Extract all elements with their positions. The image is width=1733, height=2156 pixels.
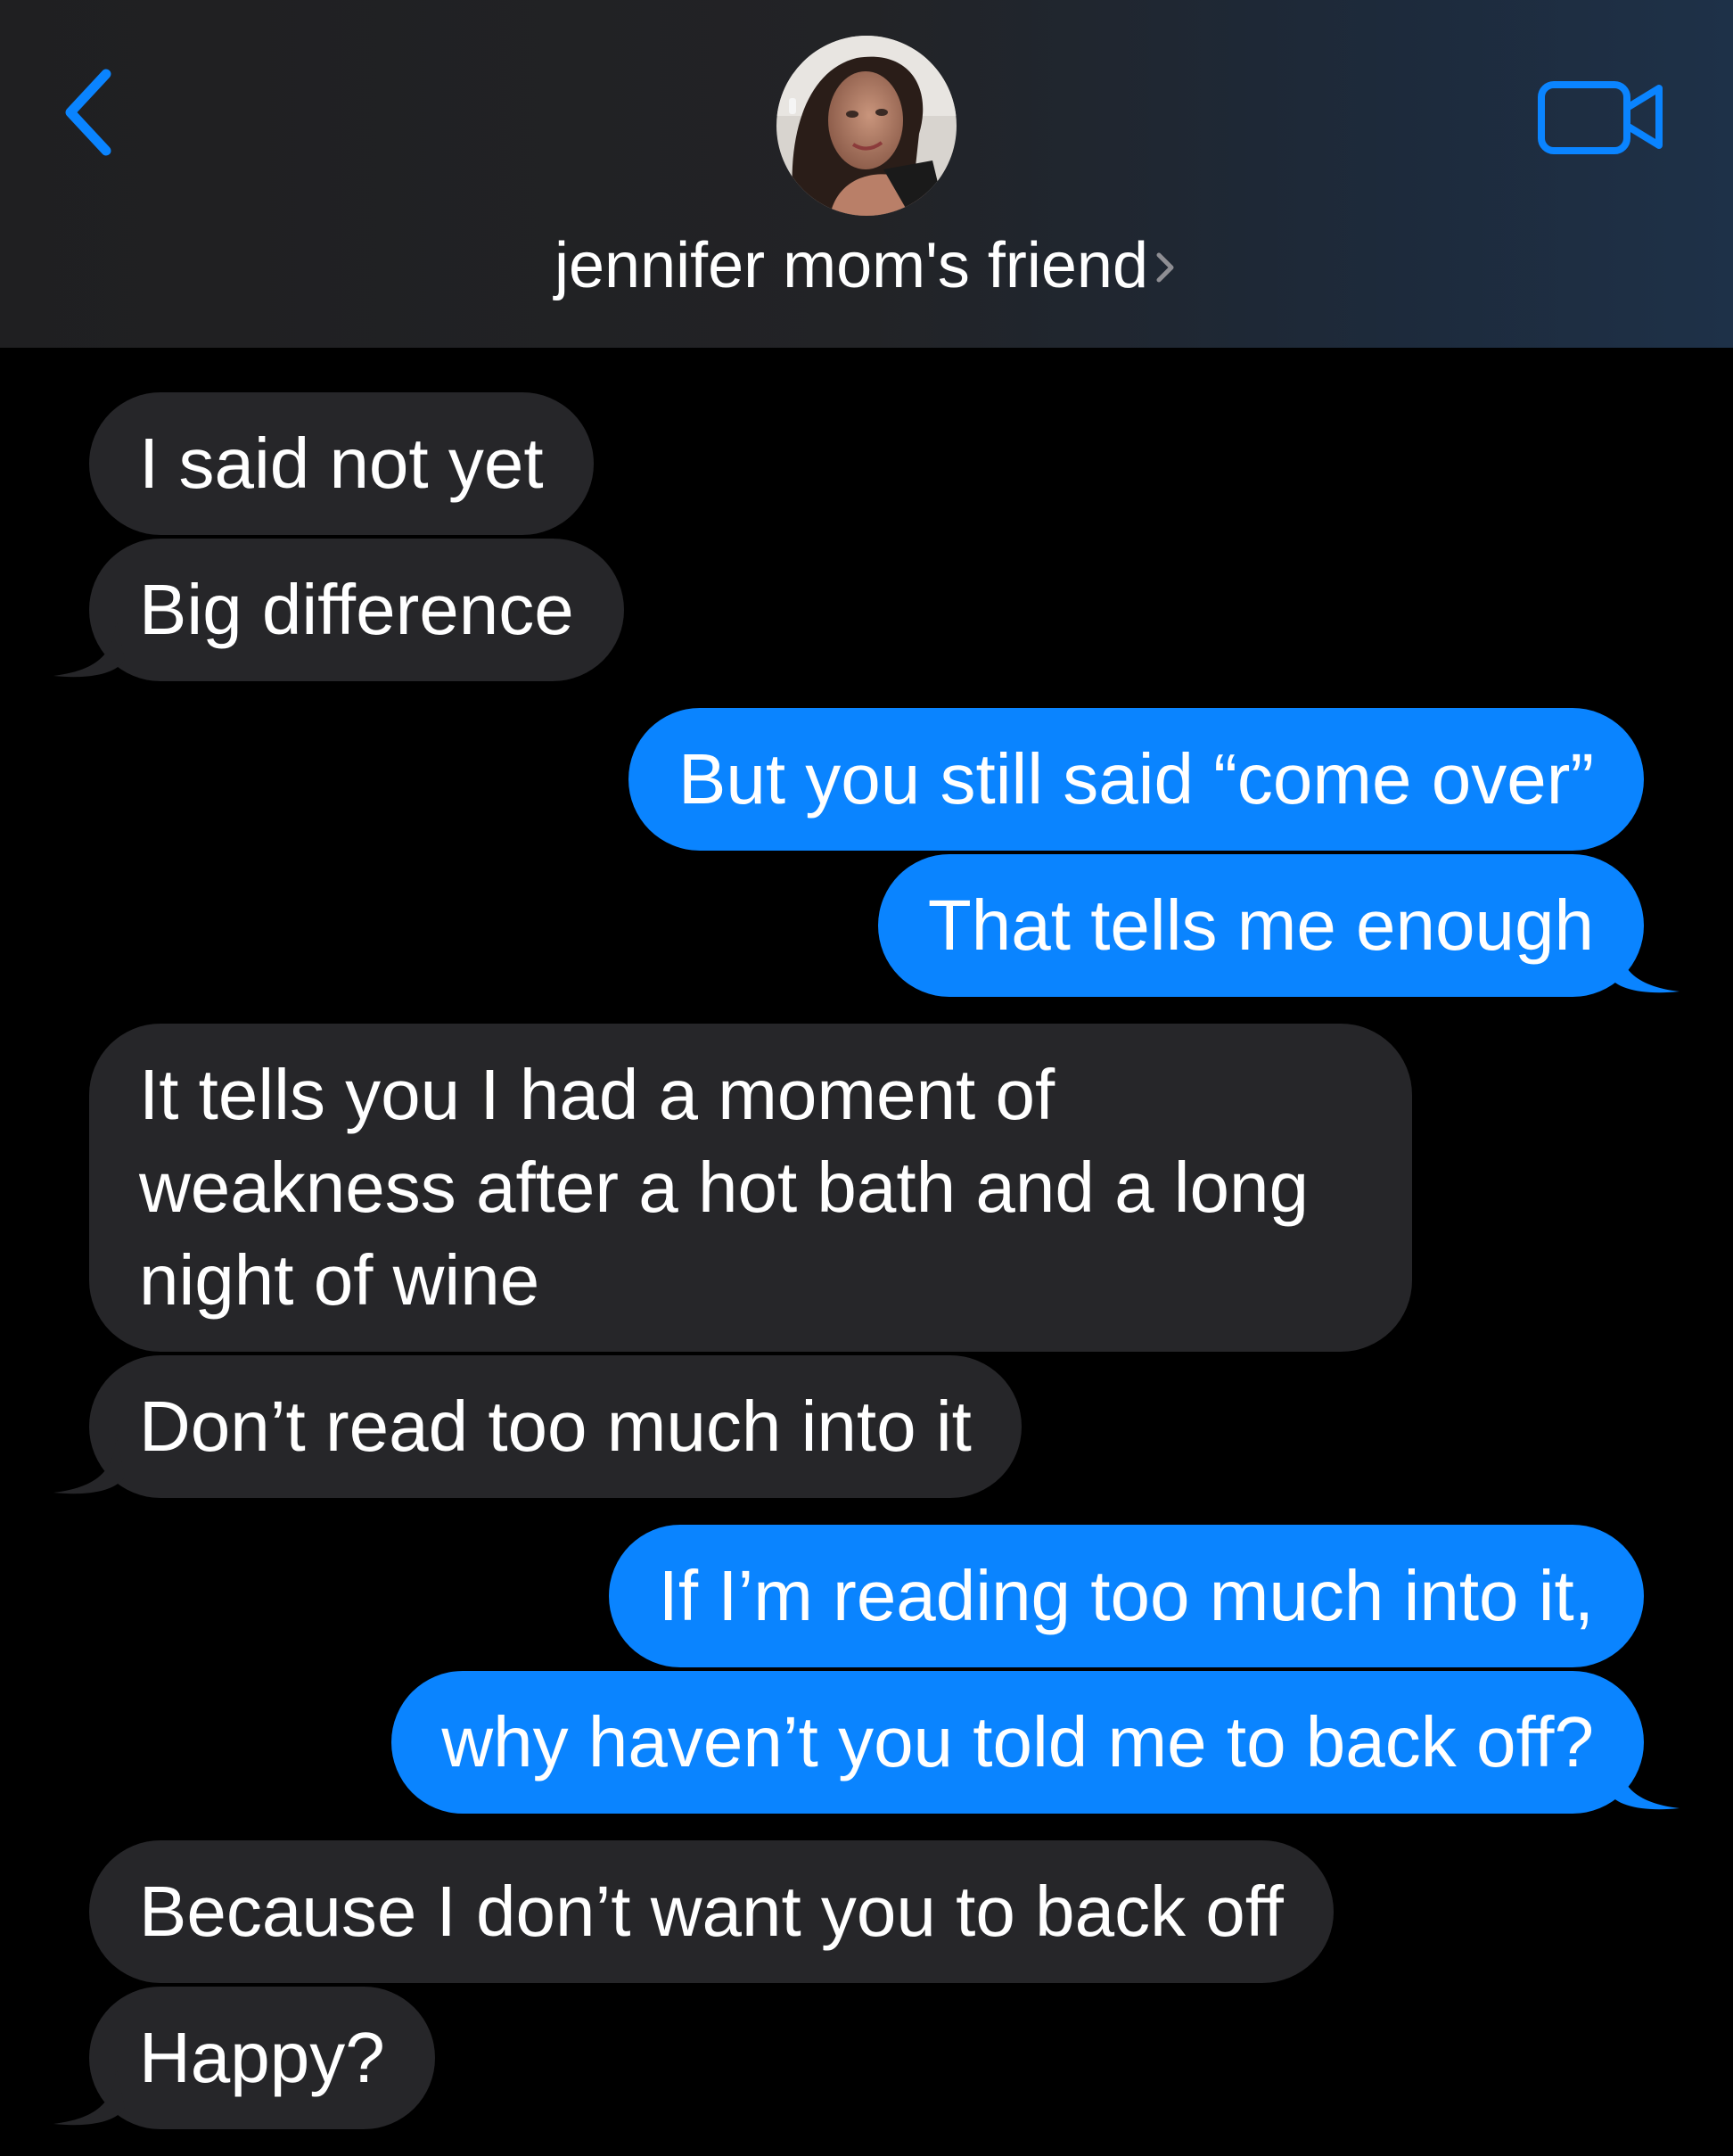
message-text: That tells me enough [927, 885, 1594, 965]
message-bubble-received[interactable]: I said not yet [89, 392, 594, 535]
video-call-button[interactable] [1530, 68, 1672, 166]
message-bubble-sent[interactable]: That tells me enough [877, 854, 1644, 997]
bubble-tail [1608, 1749, 1680, 1810]
back-button[interactable] [48, 59, 128, 166]
contact-name: jennifer mom's friend [554, 230, 1148, 301]
message-bubble-received[interactable]: Don’t read too much into it [89, 1355, 1022, 1498]
message-bubble-received[interactable]: Big difference [89, 539, 624, 681]
message-text: Happy? [139, 2018, 385, 2097]
message-bubble-received[interactable]: Happy? [89, 1987, 435, 2129]
message-bubble-received[interactable]: It tells you I had a moment of weakness … [89, 1024, 1412, 1352]
message-text: I said not yet [139, 424, 544, 503]
message-bubble-received[interactable]: Because I don’t want you to back off [89, 1840, 1334, 1983]
message-text: Big difference [139, 570, 574, 649]
message-text: why haven’t you told me to back off? [441, 1702, 1594, 1782]
conversation-header: jennifer mom's friend [0, 0, 1733, 348]
bubble-tail [1608, 933, 1680, 993]
message-text: Don’t read too much into it [139, 1387, 972, 1466]
contact-avatar[interactable] [776, 36, 957, 216]
message-text: If I’m reading too much into it, [658, 1556, 1594, 1635]
message-text: But you still said “come over” [678, 739, 1594, 819]
chevron-left-icon [65, 69, 111, 156]
bubble-tail [53, 1434, 125, 1494]
bubble-tail [53, 617, 125, 678]
message-bubble-sent[interactable]: why haven’t you told me to back off? [391, 1671, 1644, 1814]
chevron-right-icon [1152, 223, 1179, 309]
video-camera-icon [1538, 81, 1663, 154]
message-bubble-sent[interactable]: If I’m reading too much into it, [608, 1525, 1644, 1667]
bubble-tail [53, 2065, 125, 2126]
message-text: It tells you I had a moment of weakness … [139, 1055, 1310, 1320]
message-text: Because I don’t want you to back off [139, 1872, 1284, 1951]
contact-name-button[interactable]: jennifer mom's friend [0, 223, 1733, 309]
message-bubble-sent[interactable]: But you still said “come over” [628, 708, 1644, 851]
